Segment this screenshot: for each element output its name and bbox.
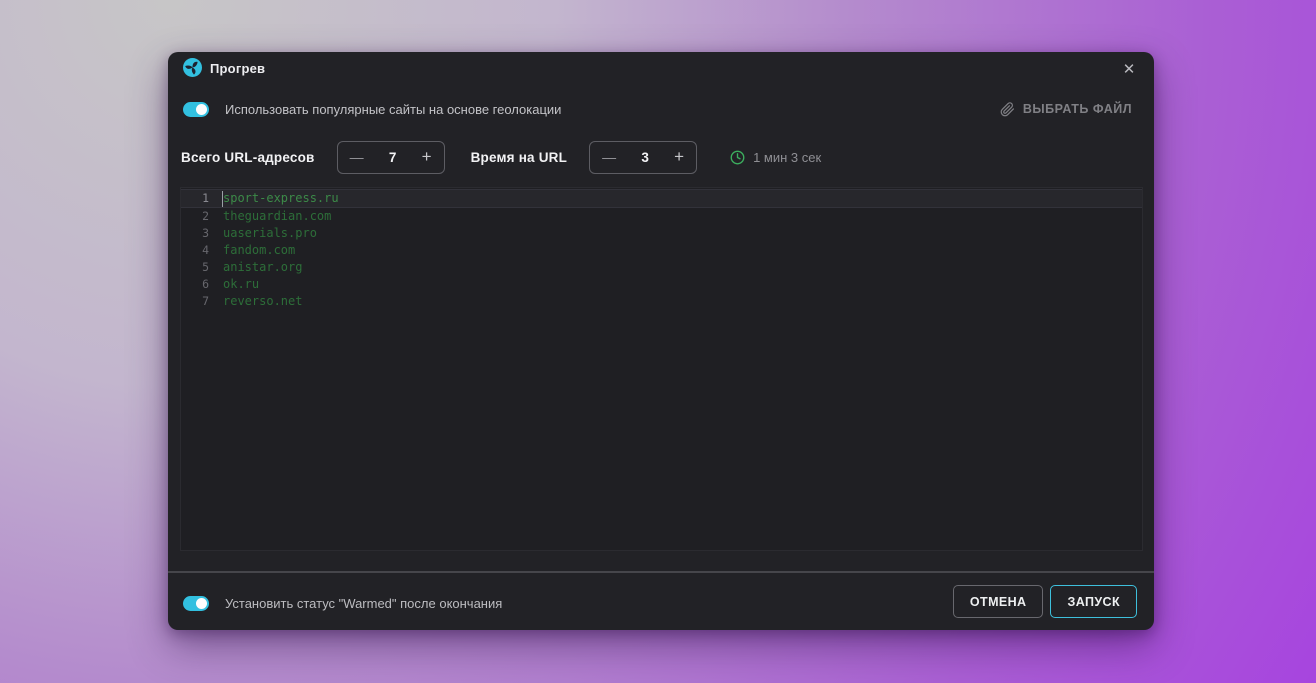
line-number: 5	[202, 260, 209, 274]
editor-line: 3 uaserials.pro	[181, 225, 1142, 242]
total-urls-label: Всего URL-адресов	[181, 149, 315, 165]
toggle-knob	[196, 103, 207, 115]
paperclip-icon	[1000, 101, 1014, 116]
app-logo-icon	[183, 58, 202, 77]
editor-line: 7 reverso.net	[181, 293, 1142, 310]
time-per-url-value[interactable]: 3	[641, 150, 649, 165]
url-list-editor[interactable]: 1 sport-express.ru 2 theguardian.com 3 u…	[180, 187, 1143, 551]
text-cursor	[222, 191, 223, 207]
url-text: uaserials.pro	[223, 226, 317, 240]
window-title: Прогрев	[210, 61, 266, 76]
geo-sites-toggle-label: Использовать популярные сайты на основе …	[225, 101, 562, 117]
url-text: ok.ru	[223, 277, 260, 291]
estimated-time: 1 мин 3 сек	[730, 150, 821, 165]
total-urls-increment-button[interactable]: +	[422, 147, 432, 167]
warmed-status-toggle-label: Установить статус "Warmed" после окончан…	[225, 595, 503, 611]
url-text: fandom.com	[223, 243, 296, 257]
start-button[interactable]: ЗАПУСК	[1050, 585, 1137, 618]
editor-line: 5 anistar.org	[181, 259, 1142, 276]
line-number: 7	[202, 294, 209, 308]
line-number: 2	[202, 209, 209, 223]
time-per-url-stepper: — 3 +	[589, 140, 698, 174]
total-urls-value[interactable]: 7	[389, 150, 397, 165]
time-per-url-increment-button[interactable]: +	[674, 147, 684, 167]
footer-divider	[168, 571, 1154, 573]
choose-file-button[interactable]: ВЫБРАТЬ ФАЙЛ	[1000, 99, 1132, 119]
editor-line: 1 sport-express.ru	[181, 189, 1142, 208]
choose-file-label: ВЫБРАТЬ ФАЙЛ	[1022, 102, 1132, 116]
geo-sites-toggle[interactable]	[183, 101, 209, 117]
time-per-url-decrement-button[interactable]: —	[602, 149, 616, 165]
warmup-dialog: Прогрев ✕ Использовать популярные сайты …	[168, 52, 1154, 630]
time-per-url-label: Время на URL	[470, 149, 568, 165]
line-number: 1	[202, 191, 209, 205]
editor-line: 4 fandom.com	[181, 242, 1142, 259]
editor-line: 6 ok.ru	[181, 276, 1142, 293]
url-text: anistar.org	[223, 260, 303, 274]
toggle-knob	[196, 597, 207, 609]
line-number: 3	[202, 226, 209, 240]
line-number: 4	[202, 243, 209, 257]
total-urls-stepper: — 7 +	[336, 140, 445, 174]
url-text: sport-express.ru	[223, 191, 339, 205]
clock-icon	[730, 150, 745, 164]
warmed-status-toggle[interactable]	[183, 595, 209, 611]
url-text: reverso.net	[223, 294, 303, 308]
estimated-time-label: 1 мин 3 сек	[753, 149, 822, 165]
line-number: 6	[202, 277, 209, 291]
titlebar: Прогрев ✕	[168, 52, 1154, 88]
editor-line: 2 theguardian.com	[181, 208, 1142, 225]
total-urls-decrement-button[interactable]: —	[350, 149, 364, 165]
url-text: theguardian.com	[223, 209, 332, 223]
cancel-button[interactable]: ОТМЕНА	[952, 585, 1044, 618]
close-icon[interactable]: ✕	[1117, 57, 1141, 81]
